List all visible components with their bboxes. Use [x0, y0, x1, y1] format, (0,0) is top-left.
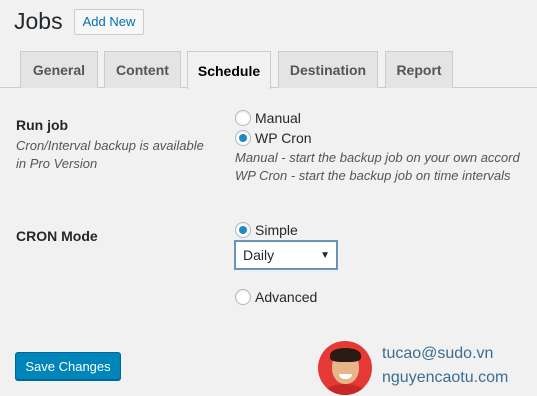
run-job-note-line-1: Cron/Interval backup is available [16, 138, 204, 153]
page-heading: Jobs Add New [14, 6, 145, 36]
manual-label: Manual [255, 110, 301, 126]
simple-label: Simple [255, 222, 298, 238]
cron-simple-option[interactable]: Simple [235, 222, 298, 238]
wp-cron-radio[interactable] [235, 130, 251, 146]
run-job-note-line-2: in Pro Version [16, 156, 98, 171]
watermark-email: tucao@sudo.vn [382, 345, 494, 362]
run-job-help-line-2: WP Cron - start the backup job on time i… [235, 168, 511, 183]
cron-mode-label: CRON Mode [16, 228, 98, 244]
avatar-hair [330, 348, 361, 362]
tab-schedule[interactable]: Schedule [187, 51, 271, 89]
advanced-label: Advanced [255, 289, 318, 305]
tab-content[interactable]: Content [104, 51, 181, 88]
tab-destination[interactable]: Destination [278, 51, 378, 88]
frequency-selected-value: Daily [243, 247, 275, 263]
cron-advanced-option[interactable]: Advanced [235, 289, 317, 305]
tab-report[interactable]: Report [385, 51, 453, 88]
frequency-select[interactable]: Daily ▼ [235, 241, 337, 269]
watermark-site: nguyencaotu.com [382, 369, 509, 386]
wp-cron-label: WP Cron [255, 130, 312, 146]
run-job-wpcron-option[interactable]: WP Cron [235, 130, 312, 146]
chevron-down-icon: ▼ [320, 249, 330, 261]
tab-general[interactable]: General [20, 51, 98, 88]
avatar [318, 341, 372, 395]
manual-radio[interactable] [235, 110, 251, 126]
advanced-radio[interactable] [235, 289, 251, 305]
tab-bar: General Content Schedule Destination Rep… [0, 51, 537, 89]
run-job-note: Cron/Interval backup is available in Pro… [16, 137, 204, 173]
run-job-help: Manual - start the backup job on your ow… [235, 149, 520, 185]
run-job-help-line-1: Manual - start the backup job on your ow… [235, 150, 520, 165]
page-title: Jobs [14, 8, 63, 34]
add-new-button[interactable]: Add New [73, 9, 145, 35]
simple-radio[interactable] [235, 222, 251, 238]
run-job-label: Run job [16, 117, 69, 133]
avatar-shirt [324, 384, 366, 395]
run-job-manual-option[interactable]: Manual [235, 110, 301, 126]
save-changes-button[interactable]: Save Changes [15, 352, 121, 380]
